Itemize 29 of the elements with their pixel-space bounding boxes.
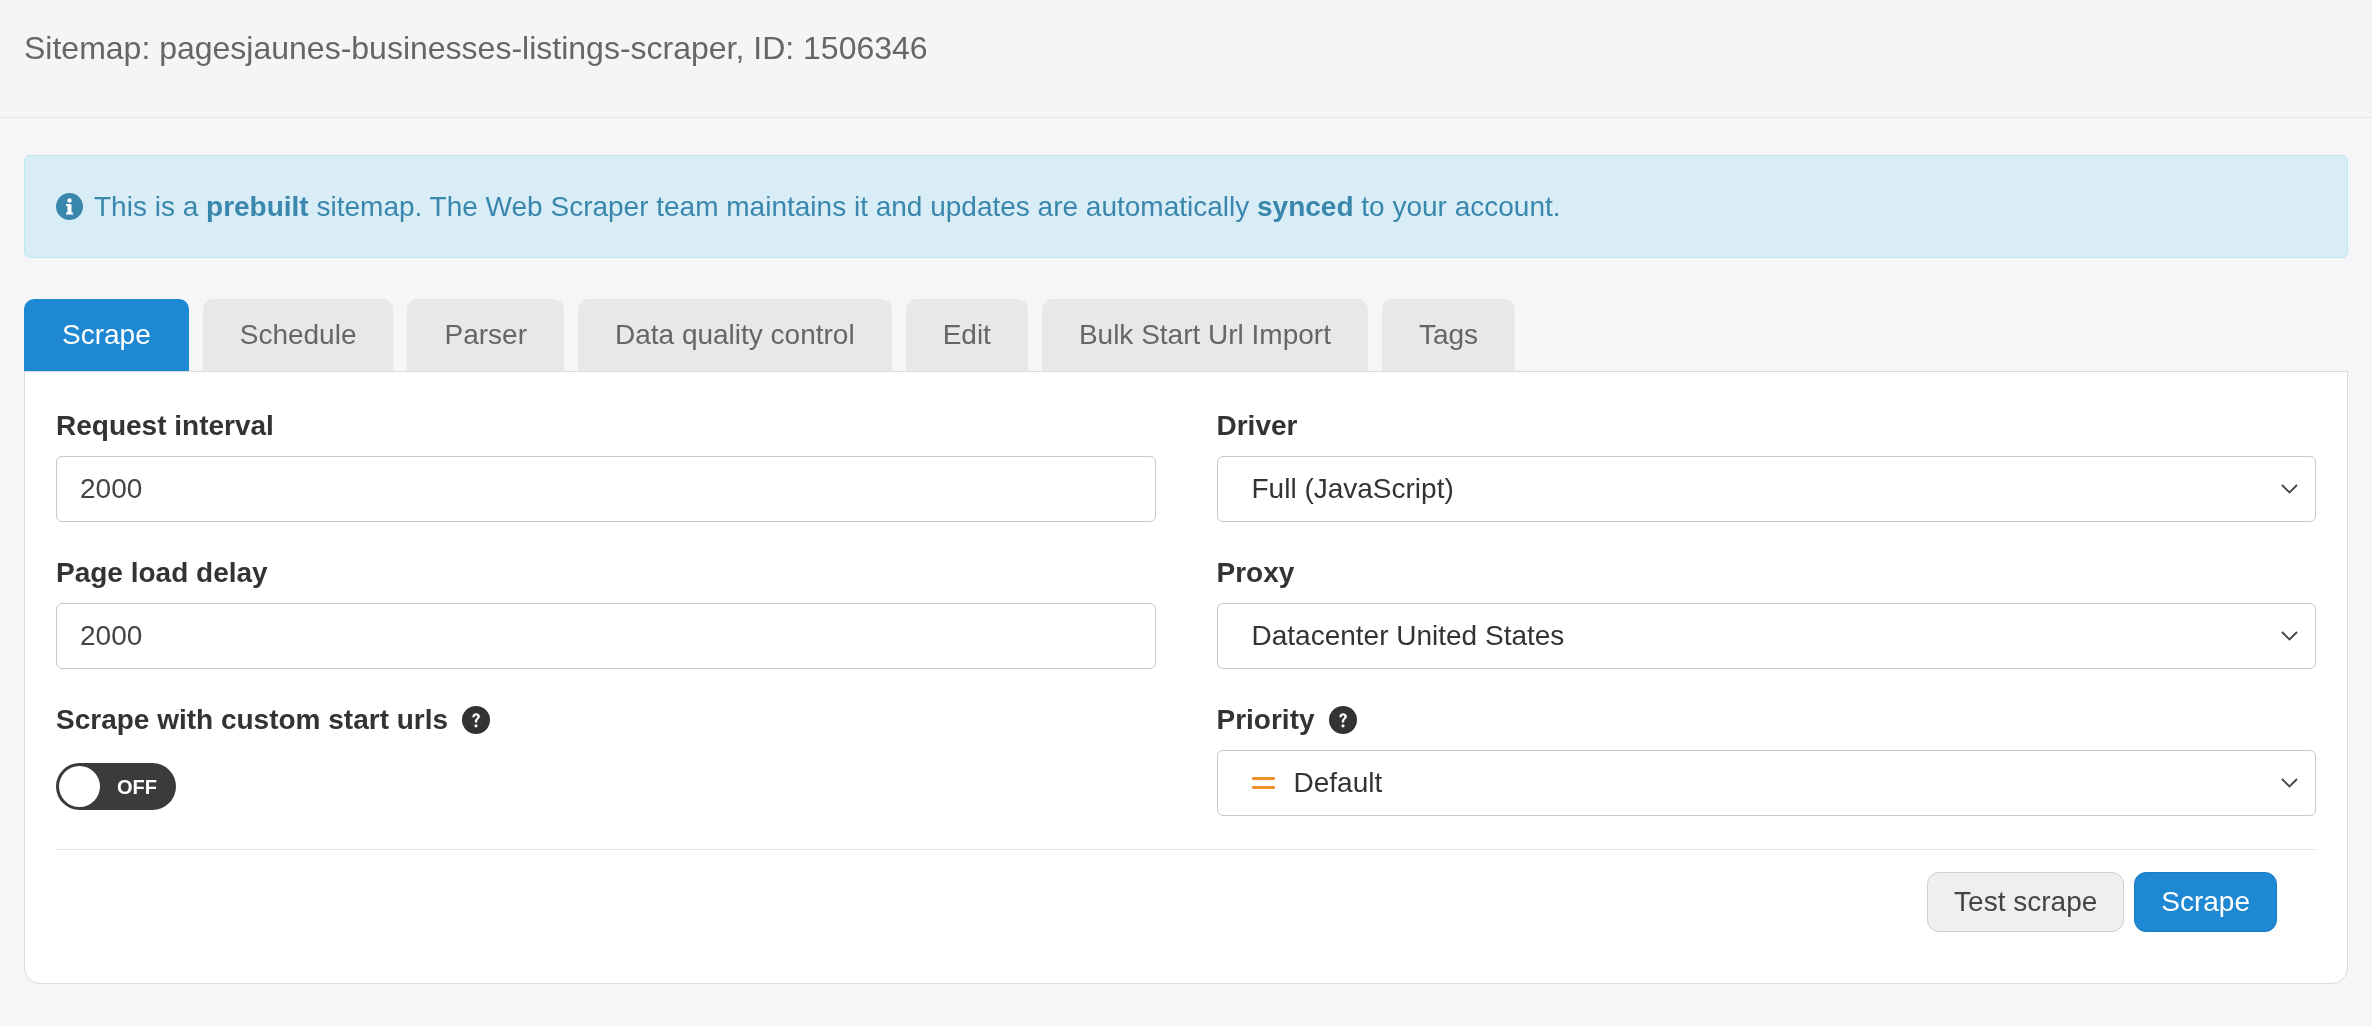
field-label: Proxy [1216,556,1295,590]
tab[interactable]: Data quality control [577,299,892,371]
field-label: Driver [1216,409,1298,443]
text-input[interactable]: 2000 [56,456,1156,522]
tab[interactable]: Bulk Start Url Import [1041,299,1368,371]
dropdown-select[interactable]: Datacenter United States [1216,603,2316,669]
tab[interactable]: Scrape [24,299,189,371]
chevron-down-icon [2281,778,2298,788]
text-input[interactable]: 2000 [56,603,1156,669]
tab[interactable]: Edit [905,299,1028,371]
field-label: Priority [1216,703,1315,737]
equals-icon [1251,777,1275,789]
switch-knob [59,766,100,807]
page-title: Sitemap: pagesjaunes-businesses-listings-scraper, ID: 1506346 [24,29,928,68]
field-label: Page load delay [56,556,268,590]
chevron-down-icon [2281,631,2298,641]
field-label: Request interval [56,409,274,443]
scrape-button[interactable]: Scrape [2134,872,2277,932]
alert-message: This is a prebuilt sitemap. The Web Scraper team maintains it and updates are automatically synced to your account. [94,189,1561,224]
field-label: Scrape with custom start urls [56,703,449,737]
tab[interactable]: Tags [1381,299,1516,371]
test-scrape-button[interactable]: Test scrape [1927,872,2125,932]
tab[interactable]: Parser [407,299,564,371]
dropdown-select[interactable]: Default [1216,750,2316,816]
chevron-down-icon [2281,484,2298,494]
dropdown-select[interactable]: Full (JavaScript) [1216,456,2316,522]
tab[interactable]: Schedule [202,299,394,371]
toggle-switch[interactable]: OFF [56,763,176,810]
info-icon [56,193,83,220]
